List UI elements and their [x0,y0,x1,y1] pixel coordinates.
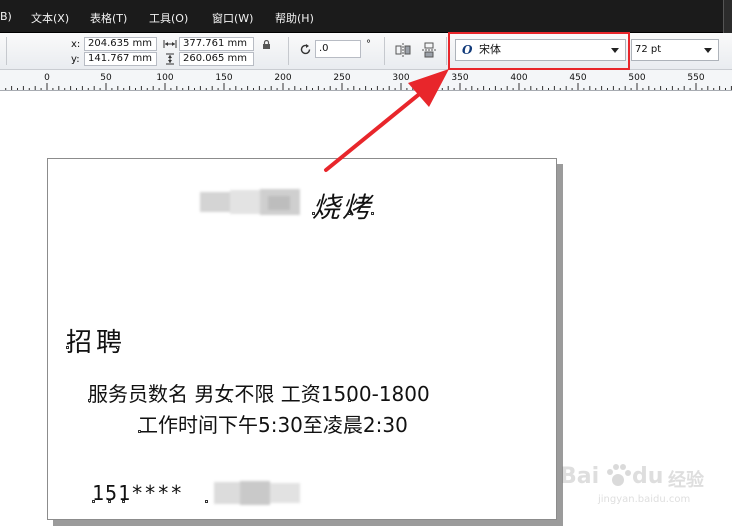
baidu-watermark: Bai du 经验 jingyan.baidu.com [560,452,720,512]
paw-icon [607,464,631,486]
watermark-brand: Bai [560,464,600,489]
app-window: B) 文本(X) 表格(T) 工具(O) 窗口(W) 帮助(H) x: 204.… [0,0,732,531]
watermark-brand-suffix: du [632,464,664,489]
watermark-site: 经验 [668,470,704,491]
watermark-url: jingyan.baidu.com [598,494,691,505]
